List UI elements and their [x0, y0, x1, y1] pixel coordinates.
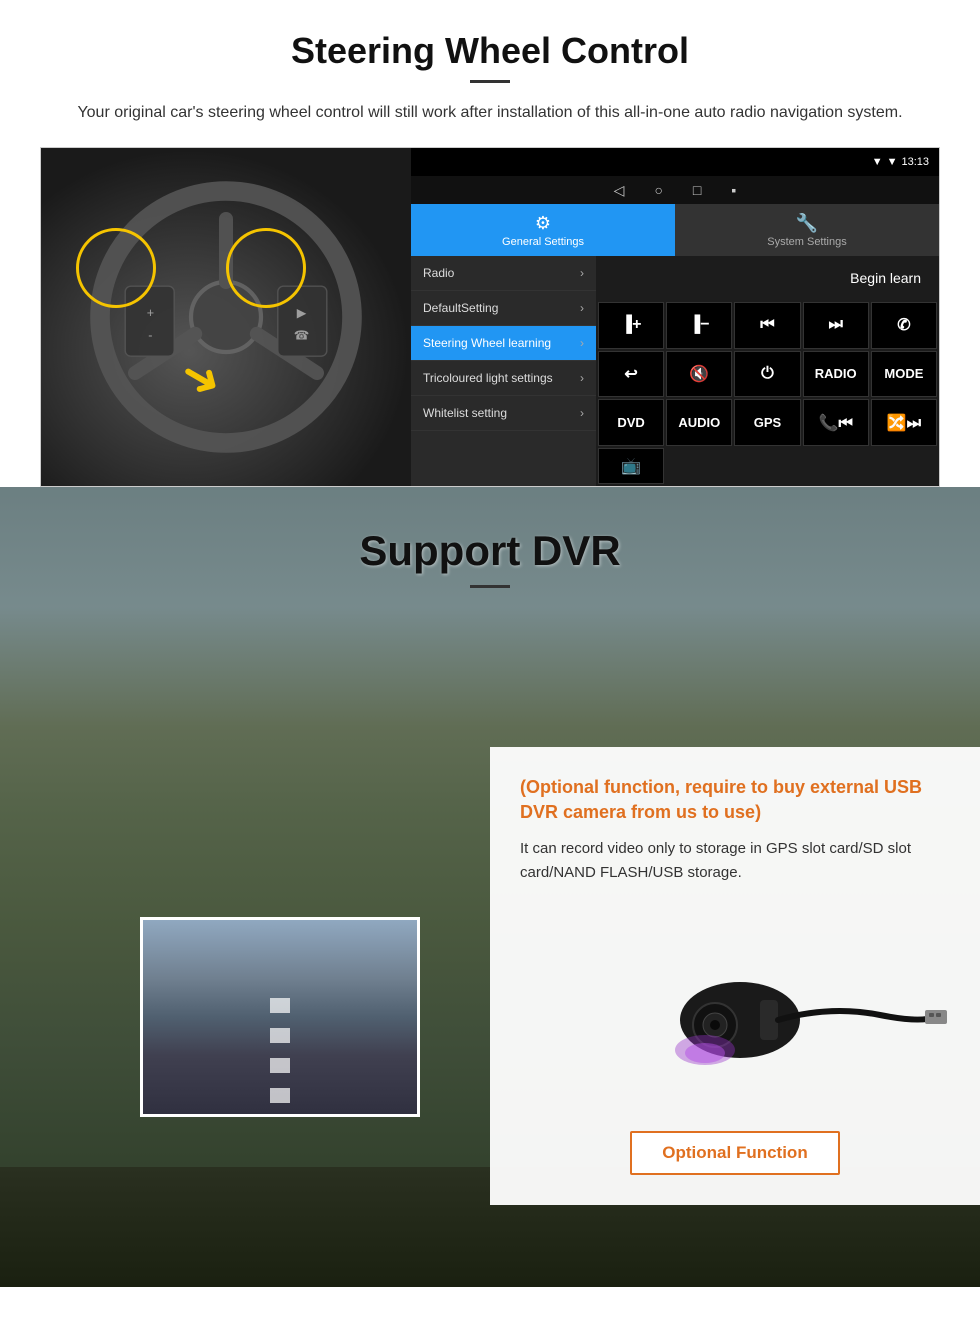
- ctrl-shuffle-next[interactable]: 🔀⏭: [871, 399, 937, 446]
- menu-item-whitelist[interactable]: Whitelist setting ›: [411, 396, 596, 431]
- ctrl-vol-up[interactable]: ▐+: [598, 302, 664, 349]
- vol-down-icon: ▐−: [689, 316, 710, 334]
- highlight-circle-left: [76, 228, 156, 308]
- screen-icon: 📺: [621, 456, 641, 476]
- menu-item-defaultsetting[interactable]: DefaultSetting ›: [411, 291, 596, 326]
- optional-function-button[interactable]: Optional Function: [630, 1131, 839, 1175]
- begin-learn-button[interactable]: Begin learn: [842, 266, 929, 290]
- wifi-icon: ▼: [887, 156, 898, 168]
- controls-panel: Begin learn ▐+ ▐− ⏮ ⏭ ✆ ↩ 🔇 ⏻ RADIO MODE…: [596, 256, 939, 486]
- recents-nav-icon[interactable]: □: [693, 182, 701, 198]
- ctrl-dvd[interactable]: DVD: [598, 399, 664, 446]
- tab-general-label: General Settings: [502, 236, 584, 248]
- begin-learn-row: Begin learn: [596, 256, 939, 300]
- steering-subtitle: Your original car's steering wheel contr…: [40, 101, 940, 125]
- dvr-title: Support DVR: [0, 527, 980, 575]
- ctrl-prev-track[interactable]: ⏮: [734, 302, 800, 349]
- dvr-camera-svg: [630, 945, 950, 1105]
- chevron-steering-icon: ›: [580, 336, 584, 350]
- dvr-title-overlay: Support DVR: [0, 487, 980, 588]
- dvr-screenshot-small: [140, 917, 420, 1117]
- dvr-description: It can record video only to storage in G…: [520, 837, 950, 885]
- ctrl-screen[interactable]: 📺: [598, 448, 664, 484]
- menu-nav-icon[interactable]: ▪: [731, 182, 736, 198]
- steering-wheel-svg: + - ▶ ☎: [86, 177, 366, 457]
- optional-function-wrapper: Optional Function: [520, 1115, 950, 1175]
- hangup-icon: ↩: [624, 364, 637, 384]
- ctrl-mute[interactable]: 🔇: [666, 351, 732, 398]
- android-statusbar: ▼ ▼ 13:13: [411, 148, 939, 176]
- power-icon: ⏻: [761, 365, 774, 383]
- ctrl-phone-prev[interactable]: 📞⏮: [803, 399, 869, 446]
- dvr-camera-area: [520, 905, 950, 1105]
- ctrl-phone[interactable]: ✆: [871, 302, 937, 349]
- menu-item-steering-learning[interactable]: Steering Wheel learning ›: [411, 326, 596, 361]
- ctrl-power[interactable]: ⏻: [734, 351, 800, 398]
- menu-item-tricoloured[interactable]: Tricoloured light settings ›: [411, 361, 596, 396]
- shuffle-next-icon: 🔀⏭: [887, 413, 921, 433]
- home-nav-icon[interactable]: ○: [654, 182, 662, 198]
- phone-icon: ✆: [897, 315, 910, 335]
- back-nav-icon[interactable]: ◁: [614, 182, 625, 199]
- chevron-whitelist-icon: ›: [580, 406, 584, 420]
- menu-item-radio[interactable]: Radio ›: [411, 256, 596, 291]
- menu-item-tricoloured-label: Tricoloured light settings: [423, 371, 553, 385]
- signal-icon: ▼: [872, 156, 883, 168]
- svg-text:☎: ☎: [294, 328, 310, 342]
- settings-tabs: ⚙ General Settings 🔧 System Settings: [411, 204, 939, 256]
- ctrl-radio[interactable]: RADIO: [803, 351, 869, 398]
- android-nav: ◁ ○ □ ▪: [411, 176, 939, 204]
- menu-item-default-label: DefaultSetting: [423, 301, 498, 315]
- ctrl-audio[interactable]: AUDIO: [666, 399, 732, 446]
- road-lines: [270, 998, 290, 1114]
- dvr-divider: [470, 585, 510, 588]
- ctrl-mode[interactable]: MODE: [871, 351, 937, 398]
- gps-label: GPS: [754, 415, 781, 430]
- menu-item-whitelist-label: Whitelist setting: [423, 406, 507, 420]
- dvr-section: Support DVR (Optional function, require …: [0, 487, 980, 1287]
- statusbar-time: 13:13: [901, 156, 929, 168]
- svg-text:▶: ▶: [297, 306, 307, 320]
- steering-demo: + - ▶ ☎ ➜ ▼ ▼ 13:13: [40, 147, 940, 487]
- highlight-circle-right: [226, 228, 306, 308]
- chevron-default-icon: ›: [580, 301, 584, 315]
- chevron-radio-icon: ›: [580, 266, 584, 280]
- statusbar-icons: ▼ ▼ 13:13: [872, 156, 929, 168]
- steering-photo-inner: + - ▶ ☎ ➜: [41, 148, 411, 486]
- menu-item-steering-label: Steering Wheel learning: [423, 336, 551, 350]
- mode-label: MODE: [884, 366, 923, 381]
- steering-title: Steering Wheel Control: [40, 30, 940, 72]
- menu-item-radio-label: Radio: [423, 266, 454, 280]
- dvr-info-card: (Optional function, require to buy exter…: [490, 747, 980, 1205]
- system-settings-icon: 🔧: [796, 213, 818, 234]
- tab-general-settings[interactable]: ⚙ General Settings: [411, 204, 675, 256]
- chevron-tricoloured-icon: ›: [580, 371, 584, 385]
- android-panel: ▼ ▼ 13:13 ◁ ○ □ ▪ ⚙ General Settings �: [411, 148, 939, 486]
- settings-menu-list: Radio › DefaultSetting › Steering Wheel …: [411, 256, 596, 486]
- tab-system-label: System Settings: [767, 236, 846, 248]
- steering-photo: + - ▶ ☎ ➜: [41, 148, 411, 486]
- next-track-icon: ⏭: [828, 316, 842, 334]
- mute-icon: 🔇: [689, 364, 709, 384]
- ctrl-hangup[interactable]: ↩: [598, 351, 664, 398]
- vol-up-icon: ▐+: [621, 316, 642, 334]
- menu-and-controls: Radio › DefaultSetting › Steering Wheel …: [411, 256, 939, 486]
- dvd-label: DVD: [617, 415, 644, 430]
- dvr-optional-text: (Optional function, require to buy exter…: [520, 775, 950, 825]
- radio-label: RADIO: [815, 366, 857, 381]
- prev-track-icon: ⏮: [760, 316, 774, 334]
- ctrl-gps[interactable]: GPS: [734, 399, 800, 446]
- ctrl-next-track[interactable]: ⏭: [803, 302, 869, 349]
- general-settings-icon: ⚙: [535, 213, 551, 234]
- steering-divider: [470, 80, 510, 83]
- svg-text:-: -: [148, 328, 152, 342]
- audio-label: AUDIO: [678, 415, 720, 430]
- ctrl-vol-down[interactable]: ▐−: [666, 302, 732, 349]
- steering-section: Steering Wheel Control Your original car…: [0, 0, 980, 487]
- phone-prev-icon: 📞⏮: [819, 413, 853, 433]
- controls-grid: ▐+ ▐− ⏮ ⏭ ✆ ↩ 🔇 ⏻ RADIO MODE DVD AUDIO G…: [596, 300, 939, 486]
- svg-text:+: +: [147, 306, 154, 320]
- tab-system-settings[interactable]: 🔧 System Settings: [675, 204, 939, 256]
- dvr-road-view: [143, 920, 417, 1114]
